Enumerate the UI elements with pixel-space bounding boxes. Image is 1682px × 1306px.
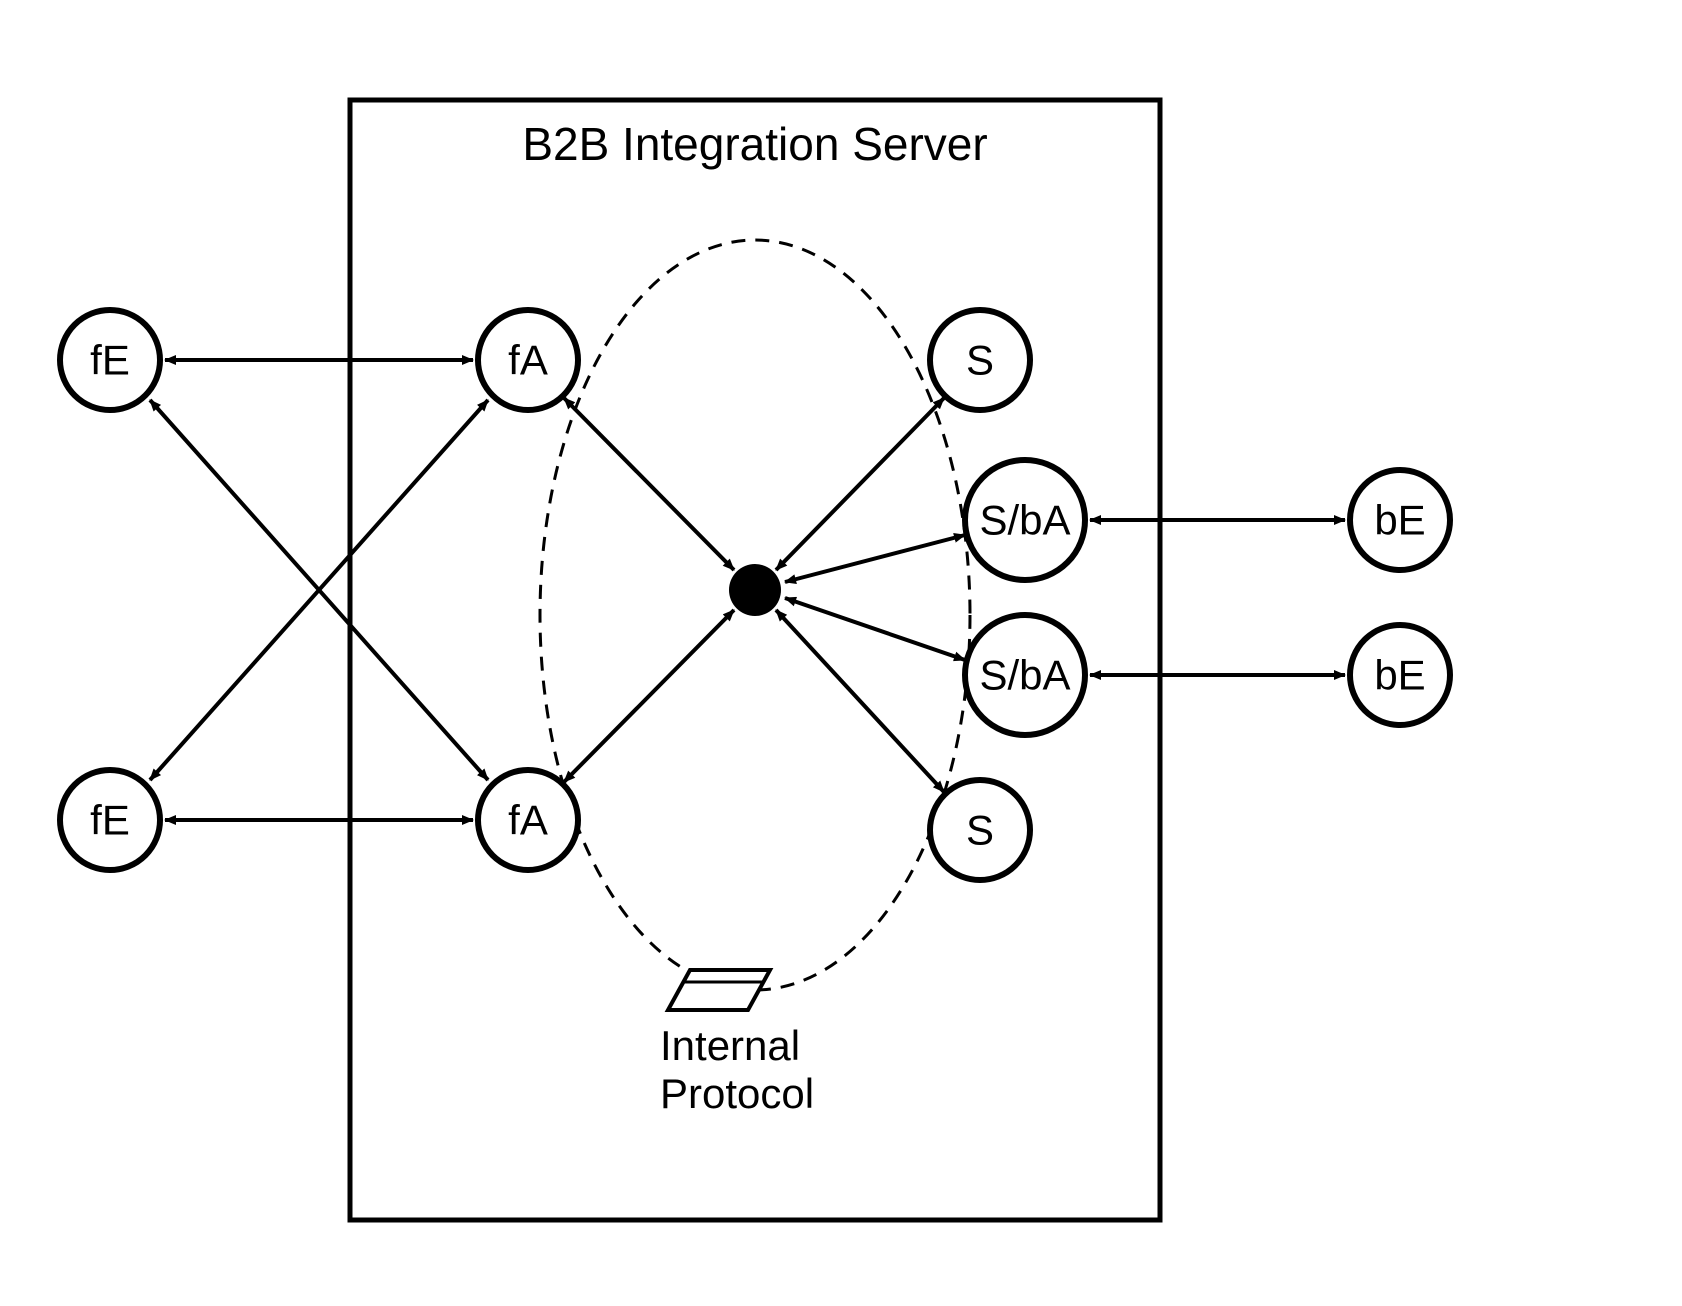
node-be2: bE: [1350, 625, 1450, 725]
node-fe1: fE: [60, 310, 160, 410]
edge-hub-s1: [776, 398, 944, 570]
svg-text:S/bA: S/bA: [979, 652, 1070, 699]
node-s1: S: [930, 310, 1030, 410]
svg-text:bE: bE: [1374, 497, 1425, 544]
node-sba2: S/bA: [965, 615, 1085, 735]
svg-text:S: S: [966, 807, 994, 854]
node-sba1: S/bA: [965, 460, 1085, 580]
node-fa1: fA: [478, 310, 578, 410]
svg-text:S: S: [966, 337, 994, 384]
protocol-label-1: Internal: [660, 1022, 800, 1069]
edge-hub-s2: [776, 610, 944, 792]
svg-text:fA: fA: [508, 337, 548, 384]
svg-text:fE: fE: [90, 337, 130, 384]
protocol-label-2: Protocol: [660, 1070, 814, 1117]
node-fe2: fE: [60, 770, 160, 870]
edge-fa2-hub: [564, 610, 734, 782]
svg-text:fE: fE: [90, 797, 130, 844]
edge-fa1-hub: [564, 398, 734, 570]
svg-text:bE: bE: [1374, 652, 1425, 699]
node-be1: bE: [1350, 470, 1450, 570]
node-s2: S: [930, 780, 1030, 880]
protocol-icon: [668, 970, 770, 1010]
server-title: B2B Integration Server: [522, 118, 987, 170]
diagram-canvas: B2B Integration Server fE fE fA fA S S/b…: [0, 0, 1682, 1306]
edge-hub-sba1: [785, 535, 965, 582]
svg-text:S/bA: S/bA: [979, 497, 1070, 544]
svg-text:fA: fA: [508, 797, 548, 844]
node-fa2: fA: [478, 770, 578, 870]
hub-node: [729, 564, 781, 616]
